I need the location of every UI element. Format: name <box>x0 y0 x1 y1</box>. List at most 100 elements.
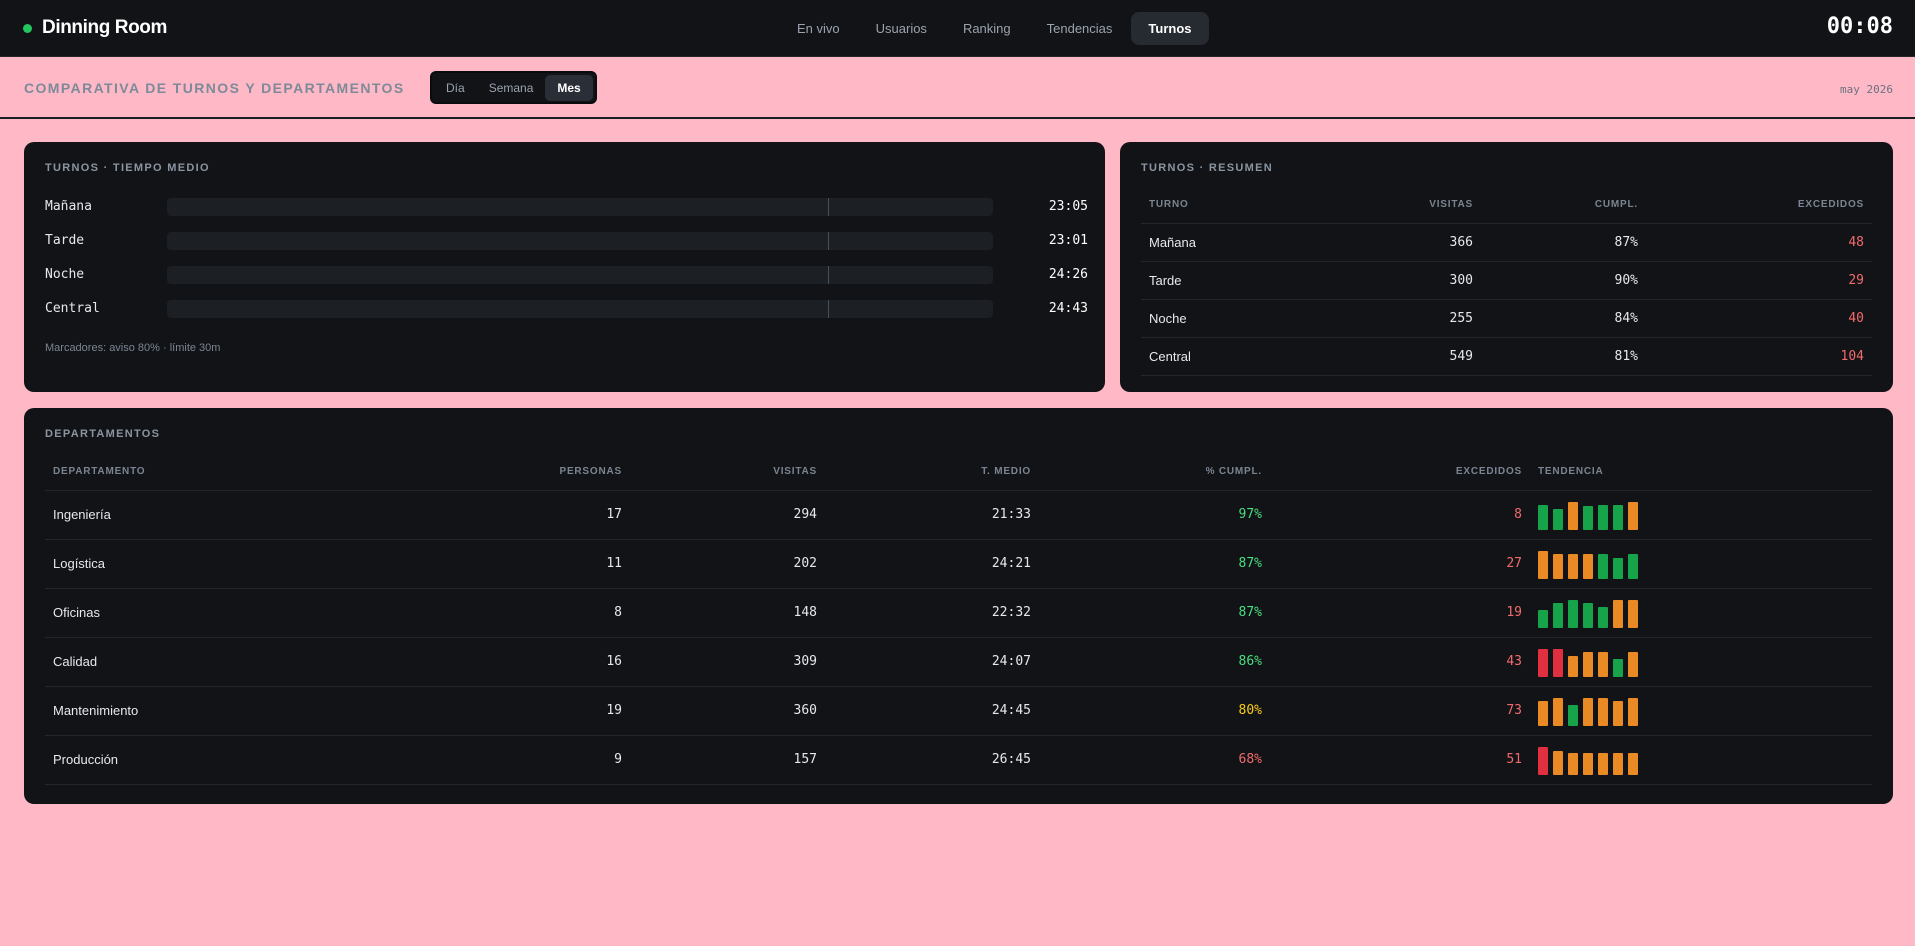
compliance-cell: 87% <box>1481 223 1646 262</box>
table-row: Calidad 16 309 24:07 86% 43 <box>45 637 1872 687</box>
visits-cell: 255 <box>1321 299 1481 338</box>
trend-bar <box>1583 752 1593 775</box>
shift-label: Tarde <box>45 233 85 248</box>
tab-usuarios[interactable]: Usuarios <box>859 12 944 45</box>
shift-name: Central <box>1141 337 1321 376</box>
departments-table-body: Ingeniería 17 294 21:33 97% 8 Logística 11 202 24… <box>45 490 1872 785</box>
card-title: TURNOS · RESUMEN <box>1141 162 1274 174</box>
shift-time-bar-track <box>167 266 993 284</box>
shift-name: Noche <box>1141 299 1321 338</box>
range-selector: Día Semana Mes <box>430 71 597 104</box>
table-row: Mantenimiento 19 360 24:45 80% 73 <box>45 686 1872 736</box>
shift-summary-table: TURNO VISITAS CUMPL. EXCEDIDOS Mañana 36… <box>1141 187 1872 376</box>
trend-bar <box>1628 599 1638 628</box>
trend-bar <box>1538 648 1548 677</box>
trend-cell <box>1530 588 1872 638</box>
visits-cell: 366 <box>1321 223 1481 262</box>
shift-time-value: 24:43 <box>1048 301 1088 316</box>
trend-bar <box>1583 697 1593 726</box>
trend-bar <box>1598 651 1608 677</box>
trend-bar <box>1538 550 1548 579</box>
compliance-cell: 84% <box>1481 299 1646 338</box>
trend-bar <box>1568 501 1578 530</box>
visits-cell: 300 <box>1321 261 1481 300</box>
period-label: may 2026 <box>1840 83 1893 96</box>
column-header: EXCEDIDOS <box>1646 187 1872 224</box>
range-month-button[interactable]: Mes <box>545 74 593 101</box>
compliance-cell: 86% <box>1039 637 1270 687</box>
exceeded-cell: 51 <box>1270 735 1530 785</box>
table-row: Ingeniería 17 294 21:33 97% 8 <box>45 490 1872 540</box>
tab-tendencias[interactable]: Tendencias <box>1030 12 1130 45</box>
table-row: Tarde 300 90% 29 <box>1141 261 1872 300</box>
trend-bar <box>1553 602 1563 628</box>
trend-bar <box>1613 557 1623 579</box>
card-title: DEPARTAMENTOS <box>45 428 161 440</box>
compliance-cell: 81% <box>1481 337 1646 376</box>
trend-bar <box>1538 504 1548 530</box>
trend-bar <box>1553 750 1563 775</box>
trend-bar <box>1568 704 1578 726</box>
visits-cell: 202 <box>630 539 825 589</box>
compliance-cell: 80% <box>1039 686 1270 736</box>
compliance-cell: 90% <box>1481 261 1646 300</box>
exceeded-cell: 43 <box>1270 637 1530 687</box>
compliance-cell: 87% <box>1039 539 1270 589</box>
persons-cell: 11 <box>390 539 630 589</box>
shift-label: Mañana <box>45 199 92 214</box>
trend-bar <box>1583 505 1593 530</box>
shift-name: Tarde <box>1141 261 1321 300</box>
visits-cell: 360 <box>630 686 825 736</box>
department-name: Logística <box>45 539 390 589</box>
column-header: EXCEDIDOS <box>1270 454 1530 491</box>
markers-footnote: Marcadores: aviso 80% · límite 30m <box>45 342 221 354</box>
shift-time-bar-track <box>167 198 993 216</box>
tab-ranking[interactable]: Ranking <box>946 12 1028 45</box>
table-header-row: DEPARTAMENTO PERSONAS VISITAS T. MEDIO %… <box>45 454 1872 491</box>
trend-bar <box>1553 553 1563 579</box>
visits-cell: 294 <box>630 490 825 540</box>
compliance-cell: 87% <box>1039 588 1270 638</box>
column-header: T. MEDIO <box>825 454 1039 491</box>
trend-bar <box>1583 651 1593 677</box>
shift-label: Noche <box>45 267 85 282</box>
trend-bar <box>1598 697 1608 726</box>
tab-turnos[interactable]: Turnos <box>1131 12 1209 45</box>
visits-cell: 157 <box>630 735 825 785</box>
visits-cell: 549 <box>1321 337 1481 376</box>
exceeded-cell: 104 <box>1646 337 1872 376</box>
exceeded-cell: 29 <box>1646 261 1872 300</box>
trend-bar <box>1628 501 1638 530</box>
table-row: Central 549 81% 104 <box>1141 337 1872 376</box>
trend-bar <box>1538 609 1548 628</box>
trend-cell <box>1530 539 1872 589</box>
trend-bar <box>1613 752 1623 775</box>
persons-cell: 8 <box>390 588 630 638</box>
range-week-button[interactable]: Semana <box>477 75 546 101</box>
shift-time-row: Tarde 23:01 <box>45 230 1088 252</box>
trend-bar <box>1628 553 1638 579</box>
shift-label: Central <box>45 301 100 316</box>
trend-bar <box>1598 553 1608 579</box>
trend-bar <box>1583 602 1593 628</box>
trend-bar <box>1628 752 1638 775</box>
tab-en-vivo[interactable]: En vivo <box>780 12 857 45</box>
trend-bar <box>1613 504 1623 530</box>
department-name: Mantenimiento <box>45 686 390 736</box>
department-name: Producción <box>45 735 390 785</box>
warning-marker <box>827 232 829 250</box>
live-status-dot-icon <box>23 23 32 33</box>
range-day-button[interactable]: Día <box>434 75 477 101</box>
trend-bar <box>1613 700 1623 726</box>
trend-bar <box>1598 606 1608 628</box>
visits-cell: 148 <box>630 588 825 638</box>
app-name: Dinning Room <box>42 17 168 38</box>
trend-bar <box>1613 658 1623 677</box>
persons-cell: 9 <box>390 735 630 785</box>
page-header: COMPARATIVA DE TURNOS Y DEPARTAMENTOS Dí… <box>0 57 1915 119</box>
trend-bar <box>1568 752 1578 775</box>
avg-time-cell: 22:32 <box>825 588 1039 638</box>
trend-cell <box>1530 686 1872 736</box>
trend-sparkbars <box>1538 696 1864 726</box>
table-row: Noche 255 84% 40 <box>1141 299 1872 338</box>
